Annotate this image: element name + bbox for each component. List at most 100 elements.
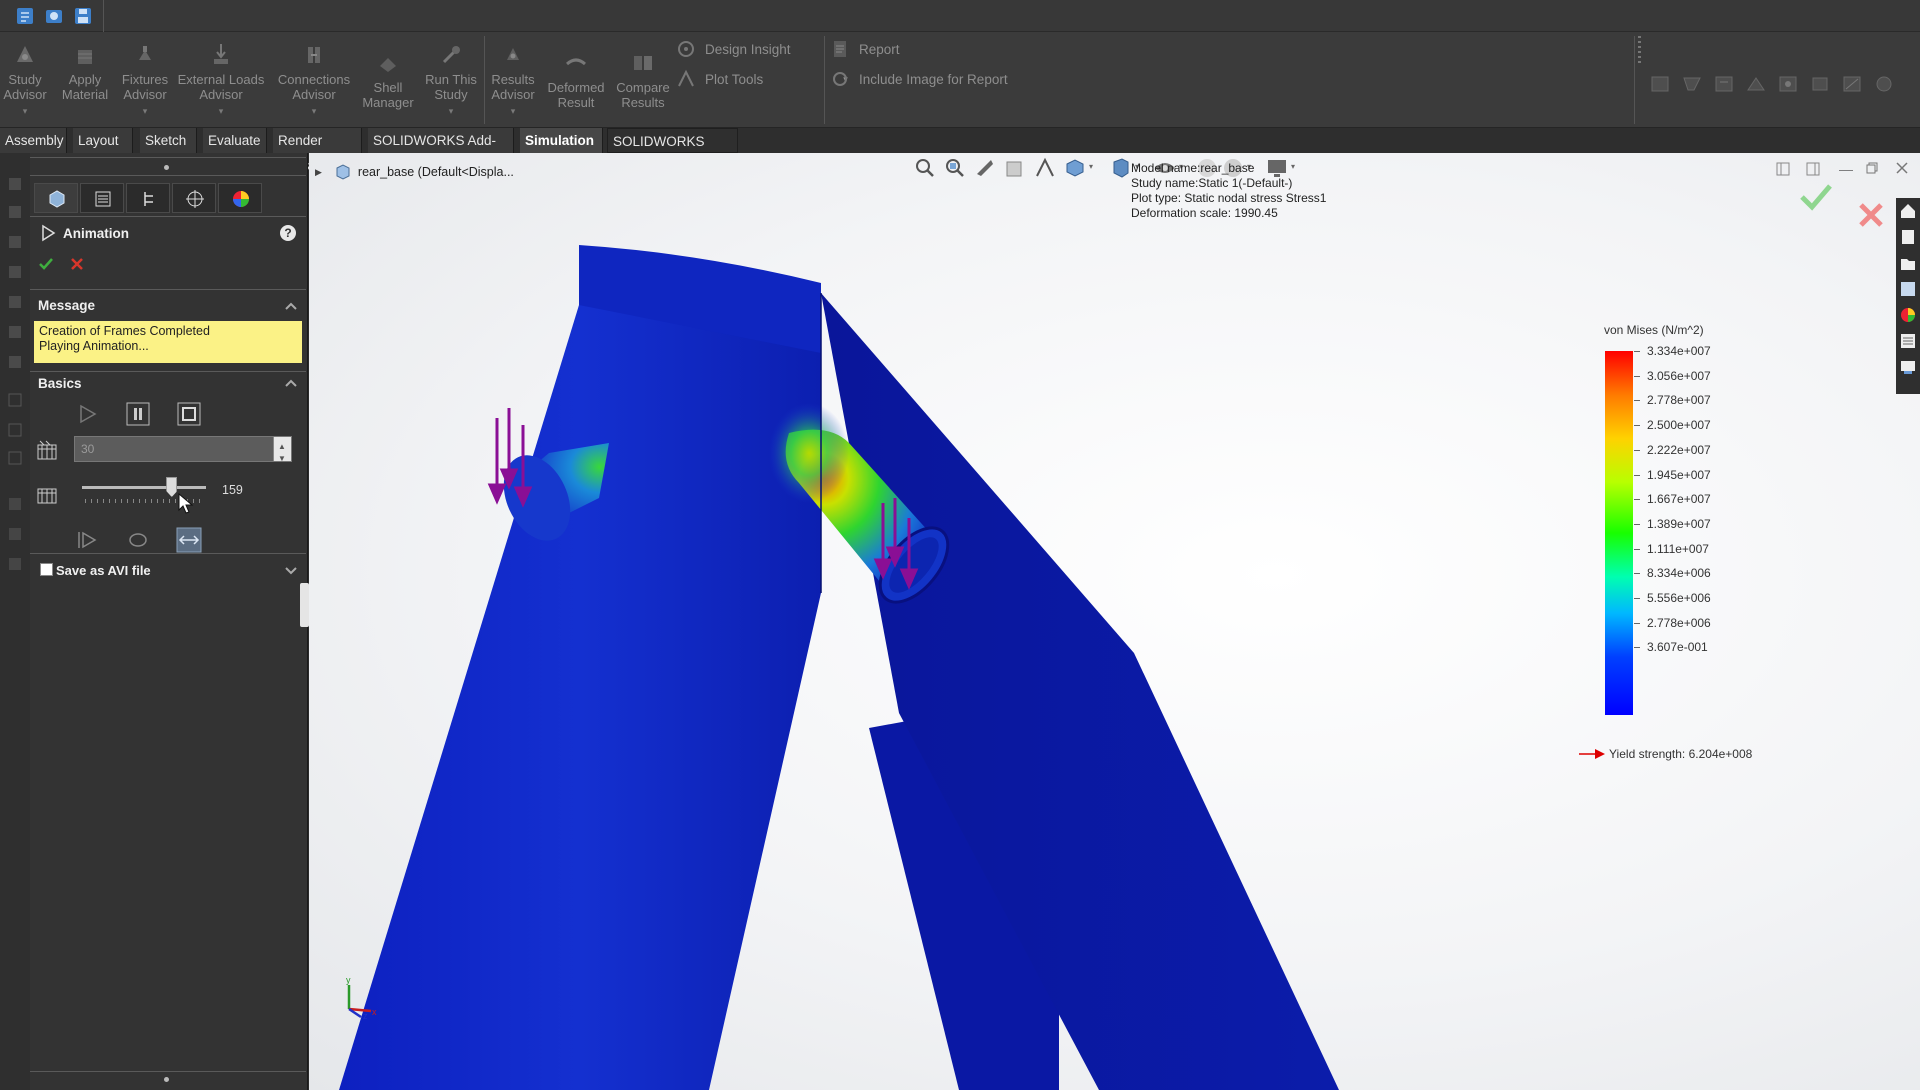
zoom-to-fit-icon[interactable] — [913, 156, 937, 180]
help-icon[interactable]: ? — [280, 225, 296, 241]
deformed-result-button[interactable]: Deformed Result — [544, 36, 608, 126]
save-avi-checkbox[interactable] — [40, 563, 53, 576]
cancel-x-icon[interactable] — [70, 257, 84, 271]
external-loads-advisor-button[interactable]: External Loads Advisor ▾ — [176, 36, 266, 126]
strip-tool-icon[interactable] — [6, 175, 24, 193]
spin-arrows[interactable]: ▲ ▼ — [273, 437, 291, 463]
tab-layout[interactable]: Layout — [73, 128, 133, 153]
frames-spinbox[interactable]: 30 ▲ ▼ — [74, 436, 292, 463]
view-orientation-icon[interactable] — [1063, 156, 1087, 180]
forum-icon[interactable] — [1899, 358, 1917, 376]
speed-slider-track[interactable] — [82, 486, 206, 489]
tab-simulation[interactable]: Simulation — [520, 128, 603, 153]
chevron-down-icon[interactable]: ▾ — [1089, 162, 1093, 171]
restore-icon[interactable] — [1865, 161, 1879, 175]
run-this-study-button[interactable]: Run This Study ▾ — [422, 36, 480, 126]
chevron-down-icon[interactable]: ▼ — [278, 447, 286, 471]
file-explorer-icon[interactable] — [1899, 254, 1917, 272]
zoom-to-area-icon[interactable] — [943, 156, 967, 180]
tab-feature-tree[interactable] — [80, 183, 124, 213]
play-once-icon[interactable] — [74, 527, 100, 553]
new-document-icon[interactable] — [14, 5, 36, 27]
collapse-icon[interactable] — [284, 300, 298, 312]
design-library-icon[interactable] — [1899, 228, 1917, 246]
home-icon[interactable] — [1899, 202, 1917, 220]
split-view-icon[interactable] — [1805, 161, 1821, 177]
view-palette-icon[interactable] — [1899, 280, 1917, 298]
save-document-icon[interactable] — [72, 5, 94, 27]
tab-assembly[interactable]: Assembly — [0, 128, 67, 153]
confirm-cancel-icon[interactable] — [1857, 201, 1885, 229]
tab-dimxpert[interactable] — [172, 183, 216, 213]
results-advisor-button[interactable]: Results Advisor ▾ — [488, 36, 538, 126]
section-view-icon[interactable] — [1003, 156, 1027, 180]
confirm-check-icon[interactable] — [1799, 183, 1833, 211]
speed-slider-thumb[interactable] — [166, 477, 178, 497]
strip-tool-icon[interactable] — [6, 391, 24, 409]
panel-collapse-handle[interactable] — [300, 583, 309, 627]
tab-configuration[interactable] — [126, 183, 170, 213]
toolbar-button-icon[interactable] — [1776, 74, 1800, 94]
close-icon[interactable] — [1895, 161, 1909, 175]
report-button[interactable]: Report — [830, 38, 900, 60]
basics-header[interactable]: Basics — [38, 376, 82, 391]
play-icon[interactable] — [74, 401, 100, 427]
toolbar-button-icon[interactable] — [1872, 74, 1896, 94]
toolbar-button-icon[interactable] — [1680, 74, 1704, 94]
strip-tool-icon[interactable] — [6, 495, 24, 513]
fixtures-advisor-button[interactable]: Fixtures Advisor ▾ — [116, 36, 174, 126]
shell-manager-button[interactable]: Shell Manager — [360, 36, 416, 126]
appearances-icon[interactable] — [1899, 306, 1917, 324]
tile-view-icon[interactable] — [1775, 161, 1791, 177]
minimize-icon[interactable]: — — [1839, 161, 1853, 177]
strip-tool-icon[interactable] — [6, 421, 24, 439]
ok-check-icon[interactable] — [38, 256, 54, 272]
strip-tool-icon[interactable] — [6, 323, 24, 341]
display-style-icon[interactable] — [1109, 156, 1133, 180]
tab-sketch[interactable]: Sketch — [140, 128, 197, 153]
previous-view-icon[interactable] — [973, 156, 997, 180]
pause-icon[interactable] — [125, 401, 151, 427]
tab-display-manager[interactable] — [218, 183, 262, 213]
reciprocate-icon[interactable] — [176, 527, 202, 553]
toolbar-button-icon[interactable] — [1808, 74, 1832, 94]
study-advisor-button[interactable]: Study Advisor ▾ — [2, 36, 48, 126]
apply-material-button[interactable]: Apply Material — [58, 36, 112, 126]
open-document-icon[interactable] — [43, 5, 65, 27]
tab-render-tools[interactable]: Render Tools — [273, 128, 362, 173]
panel-grip[interactable] — [164, 1077, 169, 1082]
collapse-icon[interactable] — [284, 377, 298, 389]
strip-tool-icon[interactable] — [6, 525, 24, 543]
strip-tool-icon[interactable] — [6, 263, 24, 281]
include-image-for-report-button[interactable]: Include Image for Report — [830, 68, 1008, 90]
plot-tools-button[interactable]: Plot Tools ▾ — [676, 68, 848, 90]
toolbar-button-icon[interactable] — [1712, 74, 1736, 94]
tab-solidworks-mbd[interactable]: SOLIDWORKS MBD — [607, 128, 738, 174]
toolbar-button-icon[interactable] — [1744, 74, 1768, 94]
strip-tool-icon[interactable] — [6, 555, 24, 573]
feature-tree-root[interactable]: ▶ rear_base (Default<Displa... — [315, 163, 514, 181]
expand-arrow-icon[interactable]: ▶ — [315, 167, 322, 178]
expand-icon[interactable] — [284, 565, 298, 577]
toolbar-button-icon[interactable] — [1840, 74, 1864, 94]
connections-advisor-button[interactable]: Connections Advisor ▾ — [270, 36, 358, 126]
strip-tool-icon[interactable] — [6, 203, 24, 221]
custom-properties-icon[interactable] — [1899, 332, 1917, 350]
panel-grip[interactable] — [164, 165, 169, 170]
strip-tool-icon[interactable] — [6, 449, 24, 467]
tab-property-manager[interactable] — [34, 183, 78, 213]
tab-evaluate[interactable]: Evaluate — [203, 128, 267, 153]
toolbar-button-icon[interactable] — [1648, 74, 1672, 94]
loop-icon[interactable] — [125, 527, 151, 553]
message-header[interactable]: Message — [38, 298, 95, 313]
strip-tool-icon[interactable] — [6, 353, 24, 371]
stop-icon[interactable] — [176, 401, 202, 427]
compare-results-button[interactable]: Compare Results — [612, 36, 674, 126]
strip-tool-icon[interactable] — [6, 233, 24, 251]
strip-tool-icon[interactable] — [6, 293, 24, 311]
graphics-viewport[interactable]: y x z ▶ rear_base (Default<Displa... ▾ ▾… — [309, 153, 1920, 1090]
tab-solidworks-add-ins[interactable]: SOLIDWORKS Add-Ins — [368, 128, 514, 173]
design-insight-button[interactable]: Design Insight — [676, 38, 791, 60]
toolbar-grip[interactable] — [1638, 36, 1641, 66]
dynamic-annotation-icon[interactable] — [1033, 156, 1057, 180]
